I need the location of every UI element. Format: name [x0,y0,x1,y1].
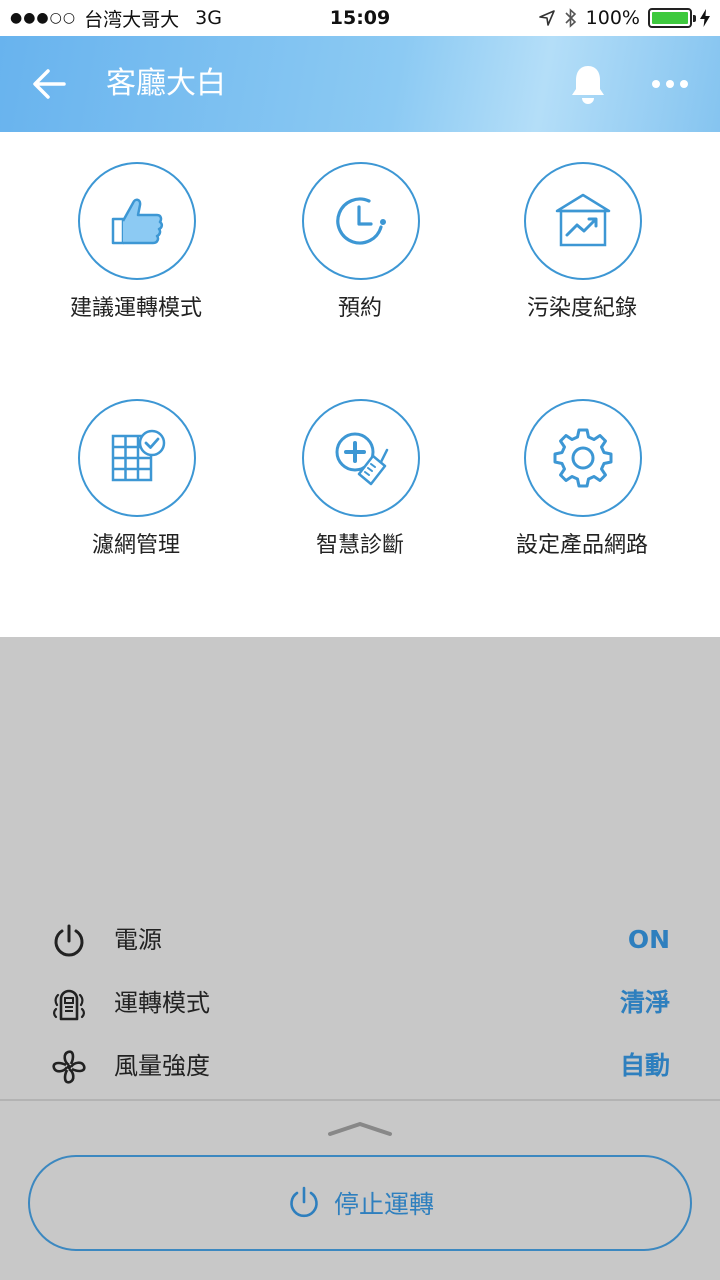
clock-icon [336,197,386,245]
feature-pollution-record[interactable]: 污染度紀錄 [462,132,702,332]
feature-icon-circle [78,162,196,280]
thumbs-up-icon [111,198,164,245]
stop-operation-label: 停止運轉 [333,1190,434,1219]
diagnosis-icon [335,432,389,486]
power-icon [290,1186,318,1218]
app-header: 客廳大白 [0,36,720,132]
feature-icon-circle [302,162,420,280]
signal-strength: ●●●○○ [10,10,77,26]
status-label: 電源 [114,926,162,954]
panel-divider [0,1099,720,1101]
feature-icon-circle [524,399,642,517]
feature-grid: 建議運轉模式 預約 污染度紀錄 濾網管理 智慧診斷 設定產品網路 [0,132,720,637]
more-dots-icon [652,80,688,88]
back-button[interactable] [28,62,72,106]
status-row-mode: 運轉模式 清淨 [0,975,720,1031]
feature-label: 建議運轉模式 [69,296,202,321]
bluetooth-icon [565,8,576,28]
feature-icon-circle [302,399,420,517]
notification-button[interactable] [568,62,608,106]
feature-label: 智慧診斷 [315,533,404,558]
feature-icon-circle [524,162,642,280]
status-bar: ●●●○○ 台湾大哥大 3G 15:09 100% [0,0,720,36]
network-type: 3G [195,7,222,29]
feature-recommended-mode[interactable]: 建議運轉模式 [16,132,256,332]
charging-icon [700,9,710,27]
feature-filter-management[interactable]: 濾網管理 [16,369,256,569]
status-row-fan-speed: 風量強度 自動 [0,1038,720,1094]
status-value: ON [627,925,670,954]
feature-icon-circle [78,399,196,517]
status-label: 風量強度 [114,1052,210,1080]
mode-icon [53,989,85,1021]
bell-icon [572,66,604,104]
feature-network-setup[interactable]: 設定產品網路 [462,369,702,569]
arrow-left-icon [33,69,66,99]
location-icon [538,10,555,26]
status-label: 運轉模式 [114,989,210,1017]
feature-label: 預約 [337,296,382,321]
feature-label: 設定產品網路 [515,533,648,558]
status-right: 100% [538,0,710,36]
more-options-button[interactable] [648,66,692,102]
power-icon [54,924,84,957]
filter-icon [111,429,166,482]
status-left: ●●●○○ 台湾大哥大 3G [10,0,222,36]
status-value: 自動 [619,1051,670,1080]
chevron-up-icon[interactable] [326,1118,394,1140]
battery-icon [648,8,696,28]
gear-icon [553,428,613,488]
feature-label: 濾網管理 [91,533,180,558]
fan-icon [52,1050,86,1084]
feature-schedule[interactable]: 預約 [240,132,480,332]
feature-label: 污染度紀錄 [526,296,637,321]
status-value: 清淨 [619,988,670,1017]
status-row-power: 電源 ON [0,912,720,968]
page-title: 客廳大白 [106,66,226,101]
battery-percent: 100% [585,7,640,29]
feature-smart-diagnosis[interactable]: 智慧診斷 [240,369,480,569]
chart-icon [555,193,611,247]
stop-operation-button[interactable]: 停止運轉 [28,1155,692,1251]
carrier-name: 台湾大哥大 [84,8,180,31]
